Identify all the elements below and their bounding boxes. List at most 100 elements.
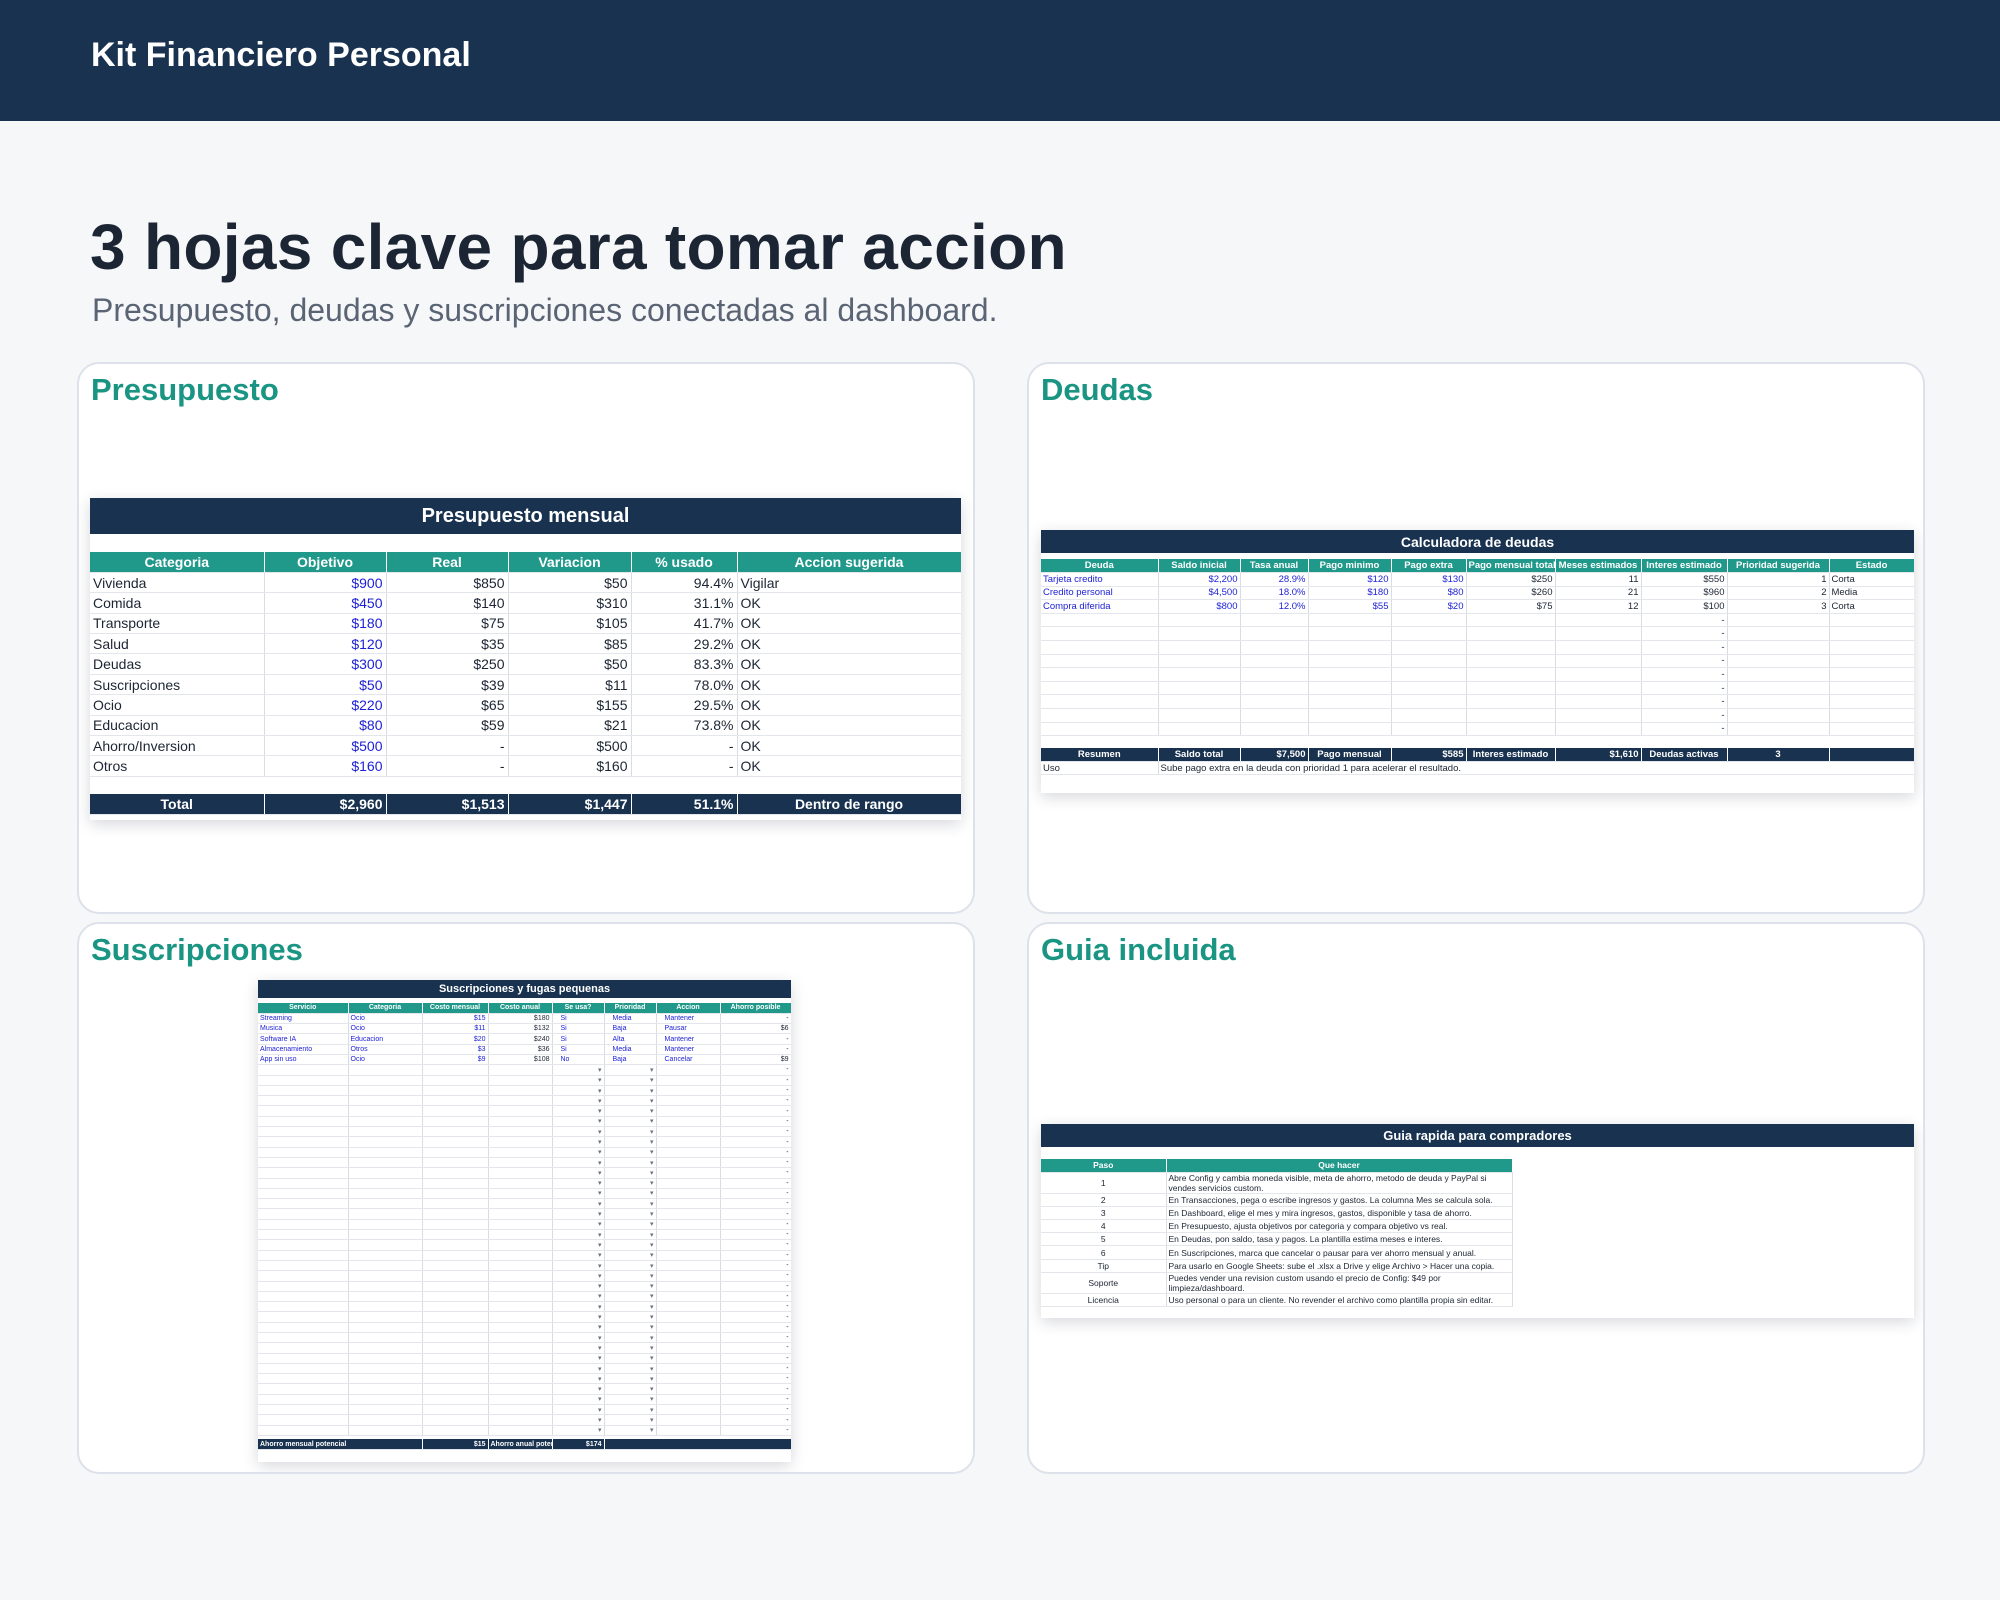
presupuesto-cell[interactable]: $160	[264, 755, 387, 777]
empty-cell[interactable]	[422, 1383, 489, 1395]
empty-cell[interactable]: -	[720, 1064, 791, 1076]
dropdown-chevron-icon[interactable]: ▾	[552, 1116, 605, 1128]
dropdown-chevron-icon[interactable]: ▾	[604, 1260, 657, 1272]
dropdown-chevron-icon[interactable]: ▾	[604, 1270, 657, 1282]
dropdown-chevron-icon[interactable]: ▾	[552, 1260, 605, 1272]
empty-cell[interactable]	[1829, 626, 1914, 642]
empty-cell[interactable]	[1308, 654, 1392, 669]
empty-cell[interactable]	[1240, 681, 1309, 696]
suscripciones-cell[interactable]: $15	[422, 1013, 489, 1025]
dropdown-chevron-icon[interactable]: ▾	[604, 1322, 657, 1334]
empty-cell[interactable]	[348, 1219, 423, 1231]
deudas-cell[interactable]: $4,500	[1158, 586, 1241, 601]
empty-cell[interactable]: -	[720, 1260, 791, 1272]
dropdown-chevron-icon[interactable]: ▾	[552, 1085, 605, 1097]
empty-cell[interactable]	[1041, 667, 1159, 682]
empty-cell[interactable]	[348, 1095, 423, 1107]
empty-cell[interactable]: -	[720, 1394, 791, 1406]
dropdown-chevron-icon[interactable]: ▾	[552, 1383, 605, 1395]
dropdown-chevron-icon[interactable]: ▾	[552, 1219, 605, 1231]
dropdown-chevron-icon[interactable]: ▾	[604, 1178, 657, 1189]
deudas-cell[interactable]: 28.9%	[1240, 572, 1309, 587]
empty-cell[interactable]	[258, 1414, 349, 1426]
empty-cell[interactable]: -	[720, 1075, 791, 1086]
empty-cell[interactable]	[1727, 626, 1830, 642]
empty-cell[interactable]	[348, 1085, 423, 1097]
empty-cell[interactable]	[258, 1394, 349, 1406]
dropdown-chevron-icon[interactable]: ▾	[552, 1250, 605, 1261]
empty-cell[interactable]	[656, 1311, 721, 1323]
empty-cell[interactable]	[488, 1404, 553, 1416]
empty-cell[interactable]	[1158, 708, 1241, 723]
dropdown-chevron-icon[interactable]: ▾	[552, 1229, 605, 1241]
empty-cell[interactable]	[488, 1157, 553, 1169]
empty-cell[interactable]	[422, 1363, 489, 1375]
empty-cell[interactable]	[422, 1332, 489, 1344]
empty-cell[interactable]	[348, 1281, 423, 1292]
suscripciones-cell[interactable]: Pausar	[656, 1023, 721, 1035]
empty-cell[interactable]	[1829, 708, 1914, 723]
presupuesto-cell[interactable]: $50	[264, 674, 387, 696]
empty-cell[interactable]	[656, 1157, 721, 1169]
empty-cell[interactable]	[488, 1188, 553, 1200]
empty-cell[interactable]	[656, 1322, 721, 1334]
presupuesto-cell[interactable]: $900	[264, 572, 387, 594]
empty-cell[interactable]	[488, 1383, 553, 1395]
empty-cell[interactable]	[422, 1239, 489, 1251]
empty-cell[interactable]	[258, 1075, 349, 1086]
empty-cell[interactable]	[422, 1404, 489, 1416]
empty-cell[interactable]	[1041, 681, 1159, 696]
empty-cell[interactable]: -	[720, 1363, 791, 1375]
suscripciones-cell[interactable]: $9	[422, 1054, 489, 1066]
dropdown-chevron-icon[interactable]: ▾	[552, 1281, 605, 1292]
empty-cell[interactable]	[1466, 654, 1556, 669]
empty-cell[interactable]	[348, 1188, 423, 1200]
empty-cell[interactable]	[348, 1414, 423, 1426]
dropdown-chevron-icon[interactable]: ▾	[604, 1229, 657, 1241]
empty-cell[interactable]	[656, 1291, 721, 1303]
dropdown-chevron-icon[interactable]: ▾	[604, 1281, 657, 1292]
empty-cell[interactable]	[348, 1311, 423, 1323]
empty-cell[interactable]	[656, 1281, 721, 1292]
suscripciones-cell[interactable]: Ocio	[348, 1054, 423, 1066]
dropdown-chevron-icon[interactable]: ▾	[604, 1064, 657, 1076]
empty-cell[interactable]	[348, 1147, 423, 1158]
dropdown-chevron-icon[interactable]: ▾	[552, 1373, 605, 1385]
empty-cell[interactable]	[488, 1260, 553, 1272]
empty-cell[interactable]	[1041, 640, 1159, 655]
dropdown-chevron-icon[interactable]: ▾	[552, 1301, 605, 1313]
suscripciones-cell[interactable]: Si	[552, 1023, 605, 1035]
empty-cell[interactable]: -	[720, 1188, 791, 1200]
empty-cell[interactable]	[1041, 722, 1159, 737]
empty-cell[interactable]	[656, 1270, 721, 1282]
dropdown-chevron-icon[interactable]: ▾	[552, 1126, 605, 1138]
presupuesto-cell[interactable]: $180	[264, 613, 387, 635]
empty-cell[interactable]	[1466, 626, 1556, 642]
empty-cell[interactable]	[488, 1105, 553, 1117]
empty-cell[interactable]	[258, 1208, 349, 1220]
empty-cell[interactable]	[1240, 708, 1309, 723]
dropdown-chevron-icon[interactable]: ▾	[604, 1105, 657, 1117]
empty-cell[interactable]	[488, 1332, 553, 1344]
dropdown-chevron-icon[interactable]: ▾	[604, 1311, 657, 1323]
empty-cell[interactable]: -	[1641, 722, 1728, 737]
dropdown-chevron-icon[interactable]: ▾	[552, 1105, 605, 1117]
empty-cell[interactable]	[422, 1394, 489, 1406]
empty-cell[interactable]	[656, 1342, 721, 1354]
presupuesto-cell[interactable]: $220	[264, 694, 387, 716]
dropdown-chevron-icon[interactable]: ▾	[604, 1075, 657, 1086]
deudas-cell[interactable]: $180	[1308, 586, 1392, 601]
suscripciones-cell[interactable]: Mantener	[656, 1013, 721, 1025]
dropdown-chevron-icon[interactable]: ▾	[604, 1404, 657, 1416]
empty-cell[interactable]	[488, 1363, 553, 1375]
empty-cell[interactable]: -	[720, 1425, 791, 1436]
presupuesto-cell[interactable]: $80	[264, 715, 387, 737]
empty-cell[interactable]	[1308, 626, 1392, 642]
empty-cell[interactable]	[1240, 694, 1309, 710]
suscripciones-cell[interactable]: Musica	[258, 1023, 349, 1035]
empty-cell[interactable]	[488, 1342, 553, 1354]
empty-cell[interactable]	[348, 1425, 423, 1436]
empty-cell[interactable]: -	[1641, 667, 1728, 682]
empty-cell[interactable]	[656, 1198, 721, 1210]
empty-cell[interactable]	[1391, 681, 1467, 696]
